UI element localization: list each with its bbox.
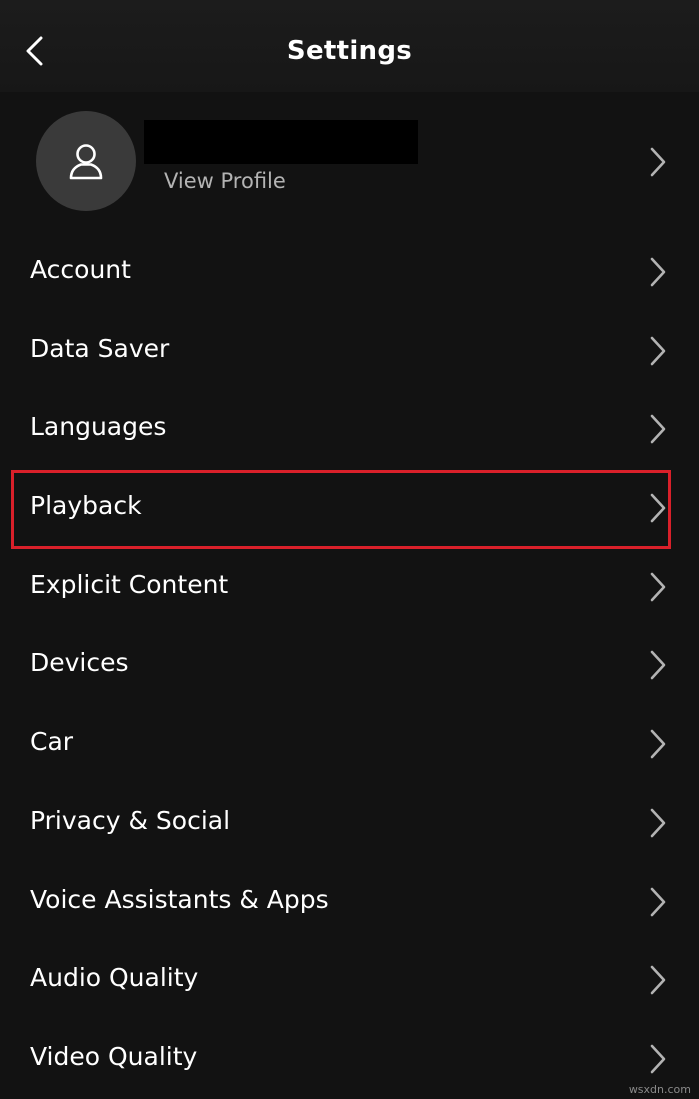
top-bar: Settings [0,0,699,92]
menu-item-label: Car [30,727,74,757]
menu-item-label: Privacy & Social [30,805,231,835]
menu-item-explicit-content[interactable]: Explicit Content [0,548,699,627]
menu-item-data-saver[interactable]: Data Saver [0,312,699,391]
chevron-right-icon [650,808,666,838]
menu-item-label: Playback [30,491,142,521]
avatar [36,111,136,211]
profile-name-redacted [144,120,418,164]
chevron-right-icon [650,651,666,680]
settings-menu: Account Data Saver Languages Playback Ex… [0,233,699,1099]
menu-item-video-quality[interactable]: Video Quality [0,1020,699,1099]
chevron-right-icon [650,729,666,759]
menu-item-privacy-social[interactable]: Privacy & Social [0,784,699,863]
chevron-right-icon [650,965,666,995]
user-icon [69,144,103,180]
view-profile-link[interactable]: View Profile [164,167,286,195]
menu-item-account[interactable]: Account [0,233,699,312]
menu-item-label: Explicit Content [30,569,229,599]
menu-item-playback[interactable]: Playback [0,469,699,548]
chevron-right-icon [650,336,666,365]
menu-item-label: Languages [30,412,167,442]
chevron-right-icon [650,493,666,523]
menu-item-label: Devices [30,648,129,678]
chevron-right-icon [650,147,666,177]
menu-item-label: Account [30,255,131,284]
menu-item-label: Video Quality [30,1041,198,1071]
menu-item-languages[interactable]: Languages [0,390,699,469]
menu-item-label: Voice Assistants & Apps [30,884,329,914]
chevron-right-icon [650,415,666,444]
menu-item-label: Data Saver [30,333,170,363]
menu-item-devices[interactable]: Devices [0,626,699,705]
menu-item-audio-quality[interactable]: Audio Quality [0,941,699,1020]
page-title: Settings [286,36,413,66]
menu-item-car[interactable]: Car [0,705,699,784]
chevron-right-icon [650,572,666,602]
menu-item-label: Audio Quality [30,963,199,993]
chevron-right-icon [650,887,666,916]
menu-item-voice-assistants-apps[interactable]: Voice Assistants & Apps [0,863,699,942]
chevron-right-icon [650,257,666,287]
profile-row[interactable]: View Profile [0,110,699,212]
chevron-right-icon [650,1044,666,1074]
watermark: wsxdn.com [628,1083,691,1096]
